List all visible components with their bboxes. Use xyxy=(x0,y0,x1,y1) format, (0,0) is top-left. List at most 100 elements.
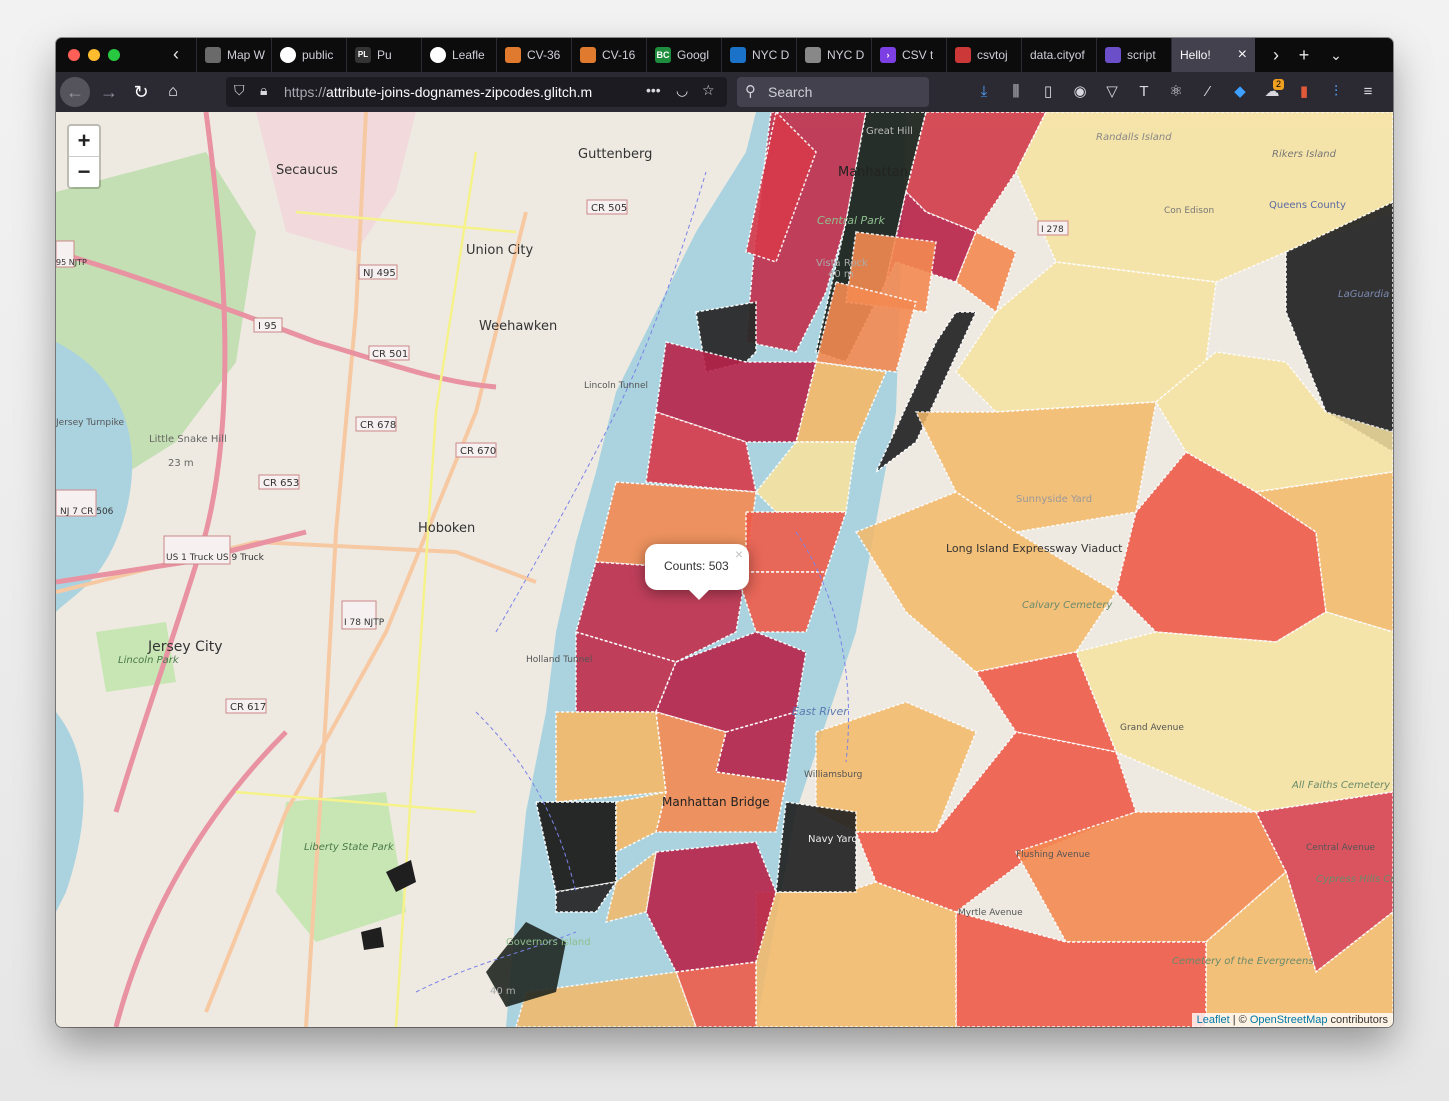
label-lincoln-tunnel: Lincoln Tunnel xyxy=(584,381,648,391)
close-tab-icon[interactable]: × xyxy=(1238,46,1247,64)
url-text[interactable]: https://attribute-joins-dognames-zipcode… xyxy=(284,84,614,100)
search-placeholder: Search xyxy=(768,84,813,100)
tab-cv36[interactable]: CV-36 xyxy=(496,38,571,72)
attribution-suffix: contributors xyxy=(1327,1014,1388,1026)
flame-icon xyxy=(505,47,521,63)
url-bar[interactable]: ⛉ 🔒︎ https://attribute-joins-dognames-zi… xyxy=(226,77,727,107)
forward-button[interactable]: → xyxy=(94,77,124,107)
doc-icon xyxy=(805,47,821,63)
browser-window: ‹ Map W public PL Pu Leafle CV-36 CV-16 B… xyxy=(56,38,1393,1027)
label-central-ave: Central Avenue xyxy=(1306,843,1376,853)
reload-button[interactable]: ↻ xyxy=(126,77,156,107)
stats-extension-icon[interactable]: ⫶ xyxy=(1320,77,1352,107)
zoom-out-button[interactable]: − xyxy=(69,157,99,187)
label-manhattan-bridge: Manhattan Bridge xyxy=(662,795,770,809)
tab-leaflet[interactable]: Leafle xyxy=(421,38,496,72)
shield-icon[interactable]: ⛉ xyxy=(234,82,245,99)
shield-cr653: CR 653 xyxy=(263,478,299,489)
tab-script[interactable]: script xyxy=(1096,38,1171,72)
tab-github-public[interactable]: public xyxy=(271,38,346,72)
label-little-snake-hill-elev: 23 m xyxy=(168,458,194,469)
extension-badge-icon[interactable]: ☁ 2 xyxy=(1256,77,1288,107)
react-devtools-icon[interactable]: ⚛ xyxy=(1160,77,1192,107)
label-great-hill: Great Hill xyxy=(866,126,913,137)
new-tab-icon[interactable]: + xyxy=(1290,38,1318,72)
url-scheme: https:// xyxy=(284,84,327,100)
tab-label: Pu xyxy=(377,48,392,62)
tab-scroll-left-icon[interactable]: ‹ xyxy=(163,38,189,72)
label-randalls-island: Randalls Island xyxy=(1096,132,1172,143)
shield-cr678: CR 678 xyxy=(360,420,396,431)
osm-link[interactable]: OpenStreetMap xyxy=(1250,1014,1328,1026)
tab-nyc-1[interactable]: NYC D xyxy=(721,38,796,72)
tab-data-cityof[interactable]: data.cityof xyxy=(1021,38,1096,72)
back-button[interactable]: ← xyxy=(60,77,90,107)
battery-extension-icon[interactable]: ▮ xyxy=(1288,77,1320,107)
home-button[interactable]: ⌂ xyxy=(158,77,188,107)
layers-icon xyxy=(1105,47,1121,63)
text-extension-icon[interactable]: T xyxy=(1128,77,1160,107)
tab-label: public xyxy=(302,48,334,62)
tab-map[interactable]: Map W xyxy=(196,38,271,72)
leaflet-link[interactable]: Leaflet xyxy=(1197,1014,1230,1026)
tab-list-chevron-icon[interactable]: ⌄ xyxy=(1322,38,1350,72)
zoom-in-button[interactable]: + xyxy=(69,126,99,157)
account-icon[interactable]: ◉ xyxy=(1064,77,1096,107)
vue-devtools-icon[interactable]: ▽ xyxy=(1096,77,1128,107)
label-myrtle-ave: Myrtle Avenue xyxy=(958,908,1023,918)
zoom-window-button[interactable] xyxy=(108,49,120,61)
tab-google[interactable]: BC Googl xyxy=(646,38,721,72)
label-central-park: Central Park xyxy=(817,214,885,227)
label-governors-island: Governors Island xyxy=(506,937,591,948)
download-icon[interactable]: ⤓ xyxy=(968,77,1000,107)
minimize-window-button[interactable] xyxy=(88,49,100,61)
zoom-control: + − xyxy=(67,124,101,189)
shield-cr670: CR 670 xyxy=(460,446,496,457)
tab-cv16[interactable]: CV-16 xyxy=(571,38,646,72)
tab-label: Hello! xyxy=(1180,48,1211,62)
tab-strip: ‹ Map W public PL Pu Leafle CV-36 CV-16 B… xyxy=(56,38,1393,72)
shield-i95-njtp: 95 NJTP xyxy=(56,258,87,267)
label-williamsburg: Williamsburg xyxy=(804,770,862,780)
tab-label: Map W xyxy=(227,48,266,62)
diamond-extension-icon[interactable]: ◆ xyxy=(1224,77,1256,107)
extension-badge-count: 2 xyxy=(1272,79,1284,90)
shield-cr505: CR 505 xyxy=(591,203,627,214)
more-actions-icon[interactable]: ••• xyxy=(646,82,661,98)
tab-hello-active[interactable]: Hello! × xyxy=(1171,38,1255,72)
label-manhattan: Manhattan xyxy=(838,165,908,180)
search-icon: ⚲ xyxy=(745,83,756,100)
label-cypress-hills-cemetery: Cypress Hills Cemetery xyxy=(1316,874,1393,885)
tab-scroll-right-icon[interactable]: › xyxy=(1262,38,1290,72)
tab-csv[interactable]: › CSV t xyxy=(871,38,946,72)
navigation-toolbar: ← → ↻ ⌂ ⛉ 🔒︎ https://attribute-joins-dog… xyxy=(56,72,1393,112)
lock-icon[interactable]: 🔒︎ xyxy=(260,82,267,99)
label-liberty-state-park: Liberty State Park xyxy=(304,842,395,853)
shield-i78: I 78 NJTP xyxy=(344,618,385,628)
leaflet-map[interactable]: Secaucus Guttenberg Union City Weehawken… xyxy=(56,112,1393,1027)
label-rikers-island: Rikers Island xyxy=(1272,149,1337,160)
popup-tip xyxy=(689,590,709,600)
search-field[interactable]: ⚲ Search xyxy=(737,77,929,107)
label-holland-tunnel: Holland Tunnel xyxy=(526,655,592,665)
map-favicon-icon xyxy=(205,47,221,63)
feature-popup: Counts: 503 × xyxy=(645,544,749,600)
tab-csvtojson[interactable]: csvtoj xyxy=(946,38,1021,72)
tab-nyc-2[interactable]: NYC D xyxy=(796,38,871,72)
pocket-icon[interactable]: ◡ xyxy=(676,82,688,99)
label-secaucus: Secaucus xyxy=(276,163,338,178)
color-picker-icon[interactable]: ⁄ xyxy=(1192,77,1224,107)
shield-cr501: CR 501 xyxy=(372,349,408,360)
tab-list: Map W public PL Pu Leafle CV-36 CV-16 BC G… xyxy=(196,38,1255,72)
label-weehawken: Weehawken xyxy=(479,319,557,334)
tab-pu[interactable]: PL Pu xyxy=(346,38,421,72)
bookmark-star-icon[interactable]: ☆ xyxy=(702,82,715,99)
shield-cr617: CR 617 xyxy=(230,702,266,713)
tab-label: data.cityof xyxy=(1030,48,1085,62)
sidebar-icon[interactable]: ▯ xyxy=(1032,77,1064,107)
close-window-button[interactable] xyxy=(68,49,80,61)
app-menu-icon[interactable]: ≡ xyxy=(1352,77,1384,107)
tab-label: csvtoj xyxy=(977,48,1008,62)
library-icon[interactable]: ⫼ xyxy=(1000,77,1032,107)
popup-close-button[interactable]: × xyxy=(735,546,743,562)
